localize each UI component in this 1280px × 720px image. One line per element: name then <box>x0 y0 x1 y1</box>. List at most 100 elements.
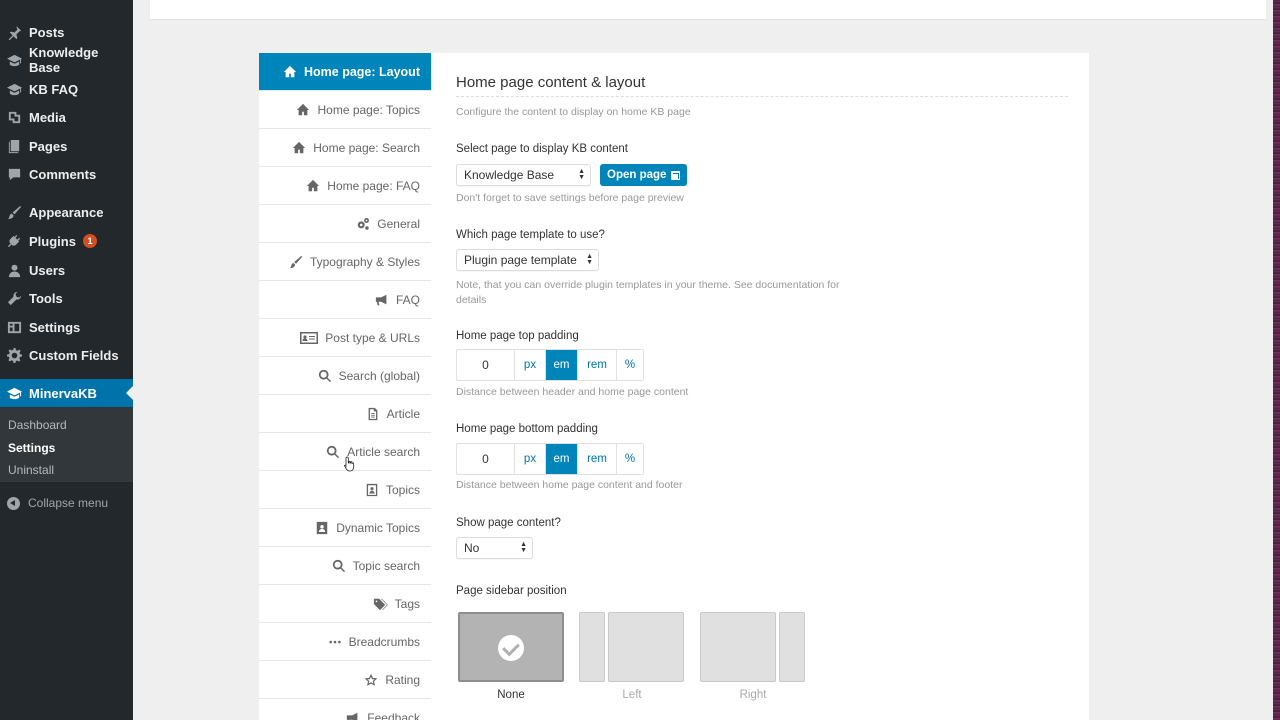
menu-comments[interactable]: Comments <box>0 160 133 188</box>
layout-content-block <box>608 612 684 682</box>
tab-label: Home page: Search <box>313 140 420 155</box>
unit-percent[interactable]: % <box>617 350 643 380</box>
unit-em[interactable]: em <box>546 444 578 474</box>
tab-tags[interactable]: Tags <box>259 585 431 623</box>
tab-home-search[interactable]: Home page: Search <box>259 129 431 167</box>
menu-kb-faq[interactable]: KB FAQ <box>0 75 133 103</box>
star-icon <box>364 673 378 687</box>
section-description: Configure the content to display on home… <box>456 106 691 118</box>
tab-label: Feedback <box>367 710 420 720</box>
pages-icon <box>6 138 22 154</box>
menu-appearance[interactable]: Appearance <box>0 198 133 226</box>
tab-typography[interactable]: Typography & Styles <box>259 243 431 281</box>
menu-pages[interactable]: Pages <box>0 132 133 160</box>
select-arrows-icon: ▲ ▼ <box>586 253 593 266</box>
select-page-dropdown[interactable]: Knowledge Base ▲ ▼ <box>456 164 591 186</box>
tab-home-faq[interactable]: Home page: FAQ <box>259 167 431 205</box>
title-divider <box>456 96 1068 97</box>
bottom-padding-control: 0 px em rem % <box>456 443 644 475</box>
top-padding-input[interactable]: 0 <box>457 350 515 380</box>
tab-home-topics[interactable]: Home page: Topics <box>259 91 431 129</box>
menu-label: Comments <box>29 166 97 182</box>
bottom-padding-input[interactable]: 0 <box>457 444 515 474</box>
layout-option-right[interactable] <box>700 612 806 682</box>
tab-article[interactable]: Article <box>259 395 431 433</box>
menu-plugins[interactable]: Plugins 1 <box>0 227 133 255</box>
media-icon <box>6 109 22 125</box>
external-link-icon <box>671 170 681 180</box>
megaphone-icon <box>346 711 360 720</box>
layout-sidebar-block <box>579 612 605 682</box>
menu-label: Settings <box>29 319 81 335</box>
submenu-settings[interactable]: Settings <box>8 441 55 455</box>
button-label: Open page <box>607 169 667 181</box>
unit-rem[interactable]: rem <box>578 444 617 474</box>
home-icon <box>292 141 306 155</box>
select-page-note: Don't forget to save settings before pag… <box>456 192 684 204</box>
search-icon <box>332 559 346 573</box>
tab-post-type[interactable]: Post type & URLs <box>259 319 431 357</box>
menu-custom-fields[interactable]: Custom Fields <box>0 341 133 369</box>
layout-option-none[interactable] <box>458 612 564 682</box>
submenu-dashboard[interactable]: Dashboard <box>8 418 67 432</box>
update-count-badge: 1 <box>82 234 97 248</box>
bottom-padding-note: Distance between home page content and f… <box>456 479 683 491</box>
open-page-button[interactable]: Open page <box>600 164 688 186</box>
tab-label: Post type & URLs <box>325 330 420 345</box>
hand-cursor-icon <box>344 456 355 472</box>
collapse-arrow-icon <box>7 496 20 510</box>
layout-option-label: Right <box>739 689 767 701</box>
menu-media[interactable]: Media <box>0 103 133 131</box>
tab-label: Article search <box>347 444 420 459</box>
menu-posts[interactable]: Posts <box>0 18 133 46</box>
contact-book-icon <box>365 483 379 497</box>
tab-general[interactable]: General <box>259 205 431 243</box>
menu-label: Media <box>29 109 66 125</box>
section-title: Home page content & layout <box>456 74 646 91</box>
home-icon <box>306 179 320 193</box>
top-padding-control: 0 px em rem % <box>456 349 644 381</box>
menu-tools[interactable]: Tools <box>0 284 133 312</box>
tab-faq[interactable]: FAQ <box>259 281 431 319</box>
tab-topic-search[interactable]: Topic search <box>259 547 431 585</box>
tab-search-global[interactable]: Search (global) <box>259 357 431 395</box>
template-dropdown[interactable]: Plugin page template ▲ ▼ <box>456 249 599 271</box>
ellipsis-icon <box>328 635 342 649</box>
menu-label: KB FAQ <box>29 81 79 97</box>
tab-label: Topic search <box>352 558 420 573</box>
menu-minervakb[interactable]: MinervaKB <box>0 379 133 407</box>
tab-breadcrumbs[interactable]: Breadcrumbs <box>259 623 431 661</box>
submenu-uninstall[interactable]: Uninstall <box>8 463 54 477</box>
menu-settings[interactable]: Settings <box>0 313 133 341</box>
menu-label: Users <box>29 262 66 278</box>
menu-users[interactable]: Users <box>0 256 133 284</box>
layout-option-left[interactable] <box>579 612 685 682</box>
home-icon <box>283 65 297 79</box>
tab-dynamic-topics[interactable]: Dynamic Topics <box>259 509 431 547</box>
search-icon <box>318 369 332 383</box>
select-arrows-icon: ▲ ▼ <box>520 541 527 554</box>
tab-rating[interactable]: Rating <box>259 661 431 699</box>
menu-label: Plugins <box>29 233 76 249</box>
wrench-icon <box>6 290 22 306</box>
unit-em[interactable]: em <box>546 350 578 380</box>
unit-px[interactable]: px <box>515 444 546 474</box>
tags-icon <box>372 597 388 611</box>
tab-topics[interactable]: Topics <box>259 471 431 509</box>
select-value: Knowledge Base <box>464 168 555 182</box>
unit-rem[interactable]: rem <box>578 350 617 380</box>
tab-home-layout[interactable]: Home page: Layout <box>259 53 431 91</box>
layout-option-label: None <box>497 689 525 701</box>
show-content-dropdown[interactable]: No ▲ ▼ <box>456 537 533 559</box>
unit-percent[interactable]: % <box>617 444 643 474</box>
tab-label: General <box>377 216 420 231</box>
tab-feedback[interactable]: Feedback <box>259 699 431 720</box>
collapse-menu[interactable]: Collapse menu <box>0 492 133 514</box>
unit-px[interactable]: px <box>515 350 546 380</box>
pin-icon <box>6 24 22 40</box>
template-note: Note, that you can override plugin templ… <box>456 278 856 308</box>
menu-label: Pages <box>29 138 68 154</box>
tab-label: Tags <box>394 596 420 611</box>
menu-knowledge-base[interactable]: Knowledge Base <box>0 45 133 75</box>
select-page-label: Select page to display KB content <box>456 143 628 155</box>
